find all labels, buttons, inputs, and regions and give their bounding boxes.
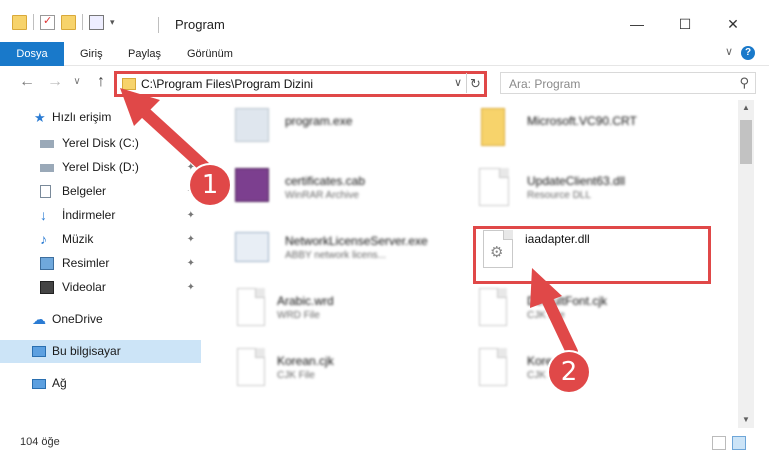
- step-1-badge: 1: [190, 165, 230, 205]
- annotation-arrows: [120, 88, 578, 358]
- arrow-2: [530, 268, 578, 358]
- arrow-1: [120, 88, 216, 178]
- step-2-badge: 2: [549, 352, 589, 392]
